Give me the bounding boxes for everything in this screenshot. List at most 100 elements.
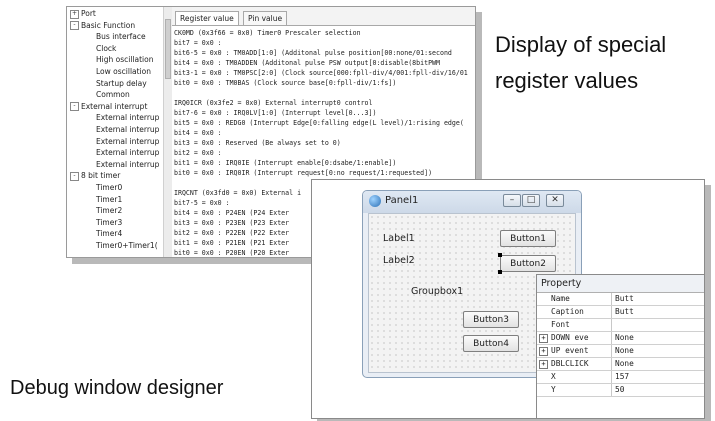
property-value[interactable]: 157 [611,371,704,383]
register-line: bit3 = 0x0 : P23EN (P23 Exter [174,219,290,227]
property-row[interactable]: Caption Butt [537,306,704,319]
tree-item[interactable]: Clock [96,44,116,54]
register-line: bit7-6 = 0x0 : IRQ0LV[1:0] (Interrupt le… [174,109,377,117]
property-value[interactable]: None [611,345,704,357]
property-row[interactable]: + DBLCLICK None [537,358,704,371]
property-name: DOWN eve [551,333,589,342]
panel-title: Panel1 [385,195,419,206]
property-row[interactable]: X 157 [537,371,704,384]
property-row[interactable]: Name Butt [537,293,704,306]
tree-item-label: Timer3 [96,217,123,227]
tree-scrollbar[interactable] [163,7,172,257]
tree-expander-icon[interactable]: - [70,171,79,181]
tree-item[interactable]: Timer4 [96,229,122,239]
caption-register-display-line2: register values [495,68,639,93]
property-value[interactable]: Butt [611,293,704,305]
tree-item[interactable]: - Basic Function [70,21,135,31]
tree-item[interactable]: + Port [70,9,96,19]
tree-item[interactable]: Timer3 [96,218,122,228]
property-row[interactable]: Y 50 [537,384,704,397]
register-line: bit4 = 0x0 : TM0ADDEN (Additonal pulse P… [174,59,440,67]
button2-control[interactable]: Button2 [500,255,556,272]
register-line: bit1 = 0x0 : P21EN (P21 Exter [174,239,290,247]
tree-item[interactable]: High oscillation [96,55,153,65]
register-line: bit2 = 0x0 : [174,149,222,157]
register-line: bit0 = 0x0 : TM0BAS (Clock source base[0… [174,79,397,87]
tree-item[interactable]: Low oscillation [96,67,151,77]
selection-handle[interactable] [498,270,502,274]
tree-item[interactable]: Timer2 [96,206,122,216]
property-row[interactable]: + DOWN eve None [537,332,704,345]
tab-register-value[interactable]: Register value [175,11,239,26]
tree-item[interactable]: Timer1 [96,195,122,205]
tree-item-label: Port [81,9,96,18]
tree-item[interactable]: -8 bit timer [70,171,120,181]
property-name: DBLCLICK [551,359,589,368]
tree-item-label: Timer4 [96,229,123,239]
tree-item-label: External interrup [96,113,160,123]
button3-control[interactable]: Button3 [463,311,519,328]
groupbox1-control[interactable]: Groupbox1 [411,286,463,297]
tree-item[interactable]: Timer0 [96,183,122,193]
register-line: bit3 = 0x0 : Reserved (Be always set to … [174,139,341,147]
property-row[interactable]: Font [537,319,704,332]
tree-item-label: External interrup [96,148,160,158]
tree-item-label: Timer0 [96,183,123,192]
tree-item[interactable]: External interrup [96,125,159,135]
tree-item[interactable]: External interrup [96,148,159,158]
button1-control[interactable]: Button1 [500,230,556,247]
tree-expander-icon[interactable]: + [70,9,79,19]
expand-plus-icon[interactable]: + [539,347,548,356]
tree-item[interactable]: Startup delay [96,79,147,89]
tab-pin-value[interactable]: Pin value [243,11,288,26]
property-value[interactable] [611,319,704,331]
property-window: Property Name Butt Caption Butt Font + DOWN ev… [536,274,704,418]
register-line: bit7 = 0x0 : [174,39,222,47]
tree-item-label: High oscillation [96,55,154,65]
register-line: IRQCNT (0x3fd0 = 0x0) External i [174,189,302,197]
minimize-icon[interactable]: – [503,194,521,207]
panel-titlebar[interactable]: Panel1 – □ ✕ [363,191,581,213]
tree-item[interactable]: External interrup [96,160,159,170]
property-name: Name [551,294,570,303]
register-line: bit4 = 0x0 : P24EN (P24 Exter [174,209,290,217]
expand-plus-icon[interactable]: + [539,334,548,343]
tree-item[interactable]: Bus interface [96,32,146,42]
tree-item-label: Timer0+Timer1( [96,241,158,250]
register-line: bit0 = 0x0 : P20EN (P20 Exter [174,249,290,257]
expand-plus-icon[interactable]: + [539,360,548,369]
register-line: IRQ0ICR (0x3fe2 = 0x0) External interrup… [174,99,373,107]
label2-control[interactable]: Label2 [383,255,415,266]
tree-item[interactable]: - External interrupt [70,102,147,112]
tree-item-label: Startup delay [96,78,147,88]
register-line: bit2 = 0x0 : P22EN (P22 Exter [174,229,290,237]
tree-expander-icon[interactable]: - [70,102,79,112]
property-name: Y [551,385,556,394]
register-line: bit5 = 0x0 : REDG0 (Interrupt Edge[0:fal… [174,119,464,127]
tree-item[interactable]: Common [96,90,130,100]
maximize-icon[interactable]: □ [522,194,540,207]
tree-item-label: Bus interface [96,32,146,42]
button4-control[interactable]: Button4 [463,335,519,352]
property-row[interactable]: + UP event None [537,345,704,358]
tree-expander-icon[interactable]: - [70,21,79,31]
register-line: bit1 = 0x0 : IRQ0IE (Interrupt enable[0:… [174,159,397,167]
tree-item[interactable]: External interrup [96,137,159,147]
selection-handle[interactable] [498,253,502,257]
tree-item-label: Timer1 [96,194,123,204]
tree-item-label: External interrup [96,125,160,134]
tree-item-label: Low oscillation [96,67,151,76]
tree-scrollbar-thumb[interactable] [165,19,171,79]
register-tree-panel: + Port - Basic Function Bus interface Clock Hi… [67,7,172,257]
register-line: bit7-5 = 0x0 : [174,199,230,207]
property-value[interactable]: 50 [611,384,704,396]
tree-item[interactable]: Timer0+Timer1( [96,241,158,251]
property-value[interactable]: Butt [611,306,704,318]
property-value[interactable]: None [611,358,704,370]
label1-control[interactable]: Label1 [383,233,415,244]
close-icon[interactable]: ✕ [546,194,564,207]
property-value[interactable]: None [611,332,704,344]
register-line: bit0 = 0x0 : IRQ0IR (Interrupt request[0… [174,169,433,177]
tree-item[interactable]: External interrup [96,113,159,123]
register-line: CK0MD (0x3f66 = 0x0) Timer0 Prescaler se… [174,29,361,37]
